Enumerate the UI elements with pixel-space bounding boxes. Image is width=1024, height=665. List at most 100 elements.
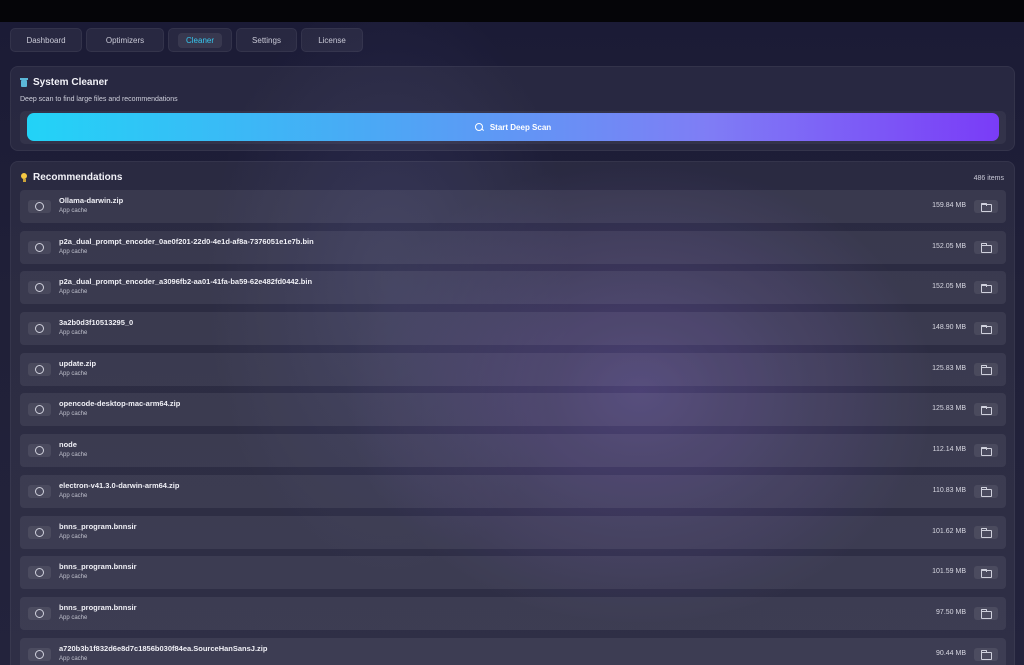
- file-size: 125.83 MB: [932, 364, 966, 372]
- file-size: 152.05 MB: [932, 283, 966, 291]
- file-name: bnns_program.bnnsir: [59, 562, 137, 572]
- file-name: bnns_program.bnnsir: [59, 602, 137, 612]
- tab-dashboard-label: Dashboard: [26, 35, 66, 45]
- file-category: App cache: [59, 533, 88, 540]
- tab-license[interactable]: License: [301, 28, 363, 52]
- select-checkbox[interactable]: [28, 200, 51, 213]
- list-item[interactable]: electron-v41.3.0-darwin-arm64.zip App ca…: [20, 474, 1006, 508]
- folder-icon[interactable]: [974, 362, 998, 376]
- select-checkbox[interactable]: [28, 322, 51, 336]
- list-item[interactable]: bnns_program.bnnsir App cache 101.59 MB: [20, 556, 1006, 590]
- file-category: App cache: [59, 208, 88, 214]
- list-item[interactable]: node App cache 112.14 MB: [20, 434, 1006, 468]
- file-category: App cache: [59, 370, 88, 377]
- list-item[interactable]: opencode-desktop-mac-arm64.zip App cache…: [20, 393, 1006, 427]
- list-item[interactable]: a720b3b1f832d6e8d7c1856b030f84ea.SourceH…: [20, 637, 1006, 665]
- folder-icon[interactable]: [974, 240, 998, 254]
- system-cleaner-subtitle: Deep scan to find large files and recomm…: [20, 96, 178, 103]
- tab-optimizers-label: Optimizers: [105, 35, 145, 45]
- folder-icon[interactable]: [974, 647, 998, 661]
- file-name: bnns_program.bnnsir: [59, 521, 137, 531]
- tab-optimizers[interactable]: Optimizers: [86, 28, 164, 52]
- file-size: 125.83 MB: [932, 405, 966, 413]
- tab-cleaner-label: Cleaner: [178, 32, 223, 48]
- file-size: 148.90 MB: [932, 324, 966, 332]
- file-category: App cache: [59, 411, 88, 418]
- app-window: Dashboard Optimizers Cleaner Settings Li…: [0, 22, 1024, 665]
- folder-icon[interactable]: [974, 281, 998, 295]
- tab-cleaner[interactable]: Cleaner: [168, 28, 232, 52]
- select-checkbox[interactable]: [28, 525, 51, 539]
- file-name: opencode-desktop-mac-arm64.zip: [59, 399, 181, 409]
- folder-icon[interactable]: [974, 606, 998, 620]
- list-item[interactable]: p2a_dual_prompt_encoder_a3096fb2-aa01-41…: [20, 271, 1006, 305]
- system-cleaner-card: System Cleaner Deep scan to find large f…: [10, 66, 1015, 151]
- search-icon: [474, 122, 484, 132]
- folder-icon[interactable]: [974, 322, 998, 336]
- select-checkbox[interactable]: [28, 403, 51, 417]
- tab-license-label: License: [318, 35, 346, 45]
- file-name: node: [59, 440, 77, 450]
- tab-settings-label: Settings: [252, 35, 281, 45]
- select-checkbox[interactable]: [28, 444, 51, 458]
- file-size: 90.44 MB: [936, 649, 966, 657]
- system-cleaner-header: System Cleaner: [20, 77, 108, 88]
- file-name: Ollama-darwin.zip: [59, 196, 124, 205]
- file-name: update.zip: [59, 358, 97, 368]
- folder-icon[interactable]: [974, 200, 998, 213]
- file-name: p2a_dual_prompt_encoder_a3096fb2-aa01-41…: [59, 277, 313, 287]
- folder-icon[interactable]: [974, 403, 998, 417]
- list-item[interactable]: bnns_program.bnnsir App cache 97.50 MB: [20, 596, 1006, 630]
- scan-button-container: Start Deep Scan: [20, 111, 1006, 144]
- recommendations-card: Recommendations 486 items Ollama-darwin.…: [10, 161, 1015, 665]
- file-size: 112.14 MB: [932, 446, 966, 454]
- file-name: a720b3b1f832d6e8d7c1856b030f84ea.SourceH…: [59, 643, 268, 653]
- file-size: 110.83 MB: [932, 486, 966, 494]
- start-deep-scan-label: Start Deep Scan: [489, 122, 552, 132]
- select-checkbox[interactable]: [28, 362, 51, 376]
- select-checkbox[interactable]: [28, 566, 51, 580]
- list-item[interactable]: Ollama-darwin.zip App cache 159.84 MB: [20, 190, 1006, 223]
- file-category: App cache: [59, 452, 88, 459]
- tab-dashboard[interactable]: Dashboard: [10, 28, 82, 52]
- file-category: App cache: [59, 330, 88, 337]
- list-item[interactable]: 3a2b0d3f10513295_0 App cache 148.90 MB: [20, 312, 1006, 346]
- folder-icon[interactable]: [974, 484, 998, 498]
- item-count: 486 items: [973, 175, 1004, 182]
- recommendations-list[interactable]: Ollama-darwin.zip App cache 159.84 MB p2…: [20, 190, 1006, 665]
- recommendations-header: Recommendations: [20, 172, 122, 183]
- select-checkbox[interactable]: [28, 606, 51, 620]
- file-size: 101.59 MB: [932, 568, 966, 576]
- select-checkbox[interactable]: [28, 240, 51, 254]
- recommendations-title: Recommendations: [33, 172, 123, 183]
- tab-settings[interactable]: Settings: [236, 28, 297, 52]
- folder-icon[interactable]: [974, 525, 998, 539]
- file-name: 3a2b0d3f10513295_0: [59, 318, 134, 328]
- list-item[interactable]: bnns_program.bnnsir App cache 101.62 MB: [20, 515, 1006, 549]
- file-category: App cache: [59, 614, 88, 621]
- select-checkbox[interactable]: [28, 484, 51, 498]
- system-cleaner-title: System Cleaner: [33, 77, 109, 88]
- select-checkbox[interactable]: [28, 647, 51, 661]
- file-name: p2a_dual_prompt_encoder_0ae0f201-22d0-4e…: [59, 236, 314, 246]
- trash-icon: [20, 78, 28, 87]
- file-size: 101.62 MB: [932, 527, 966, 535]
- start-deep-scan-button[interactable]: Start Deep Scan: [27, 113, 999, 141]
- file-category: App cache: [59, 248, 88, 255]
- list-item[interactable]: update.zip App cache 125.83 MB: [20, 352, 1006, 386]
- main-tabs: Dashboard Optimizers Cleaner Settings Li…: [10, 28, 363, 52]
- list-item[interactable]: p2a_dual_prompt_encoder_0ae0f201-22d0-4e…: [20, 230, 1006, 264]
- title-bar: [0, 0, 1024, 22]
- folder-icon[interactable]: [974, 444, 998, 458]
- select-checkbox[interactable]: [28, 281, 51, 295]
- file-category: App cache: [59, 574, 88, 581]
- file-size: 159.84 MB: [932, 202, 966, 209]
- file-size: 152.05 MB: [932, 242, 966, 250]
- file-size: 97.50 MB: [936, 608, 966, 616]
- file-name: electron-v41.3.0-darwin-arm64.zip: [59, 480, 180, 490]
- file-category: App cache: [59, 289, 88, 296]
- lightbulb-icon: [20, 173, 28, 182]
- file-category: App cache: [59, 492, 88, 499]
- folder-icon[interactable]: [974, 566, 998, 580]
- file-category: App cache: [59, 655, 88, 662]
